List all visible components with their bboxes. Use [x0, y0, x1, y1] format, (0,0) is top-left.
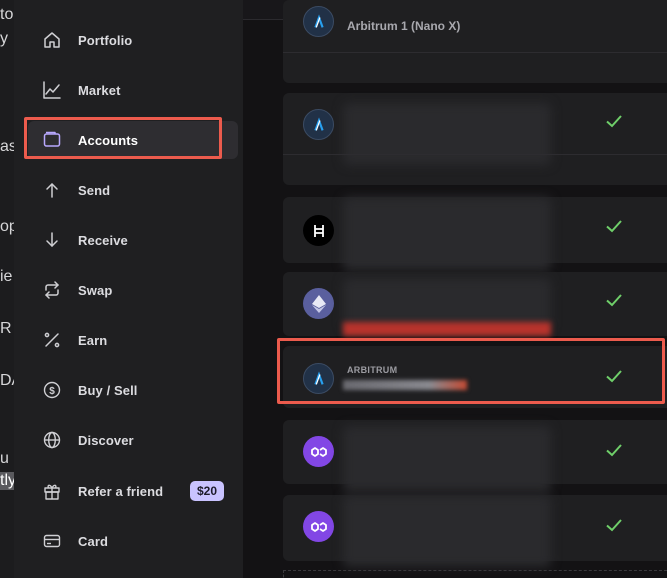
- arbitrum-icon: [303, 109, 334, 140]
- sidebar-item-portfolio[interactable]: Portfolio: [28, 21, 238, 59]
- text-fragment: u: [0, 450, 9, 467]
- redacted-account-info: [343, 197, 551, 271]
- sidebar-item-discover[interactable]: Discover: [28, 421, 238, 459]
- arbitrum-icon: [303, 363, 334, 394]
- account-card-arbitrum[interactable]: ARBITRUM: [283, 346, 667, 408]
- sidebar-item-label: Card: [78, 533, 109, 549]
- sidebar-item-label: Buy / Sell: [78, 382, 138, 398]
- sidebar-item-label: Portfolio: [78, 32, 133, 48]
- svg-text:$: $: [49, 386, 55, 397]
- sidebar-item-label: Market: [78, 82, 121, 98]
- sidebar-item-receive[interactable]: Receive: [28, 221, 238, 259]
- sidebar-item-label: Discover: [78, 432, 134, 448]
- account-card-footer: [283, 52, 667, 83]
- wallet-icon: [42, 130, 62, 150]
- redacted-account-info: [343, 322, 551, 336]
- account-card-footer: [283, 154, 667, 185]
- sidebar-item-market[interactable]: Market: [28, 71, 238, 109]
- sidebar-item-swap[interactable]: Swap: [28, 271, 238, 309]
- chart-line-icon: [42, 80, 62, 100]
- redacted-account-info: [343, 426, 551, 492]
- swap-icon: [42, 280, 62, 300]
- account-card[interactable]: [283, 420, 667, 492]
- account-card[interactable]: [283, 272, 667, 336]
- check-icon: [606, 115, 622, 128]
- home-icon: [42, 30, 62, 50]
- currency-label: ARBITRUM: [347, 365, 398, 375]
- ethereum-icon: [303, 288, 334, 319]
- sidebar-item-label: Swap: [78, 282, 113, 298]
- sidebar-item-card[interactable]: Card: [28, 522, 238, 560]
- text-fragment: R: [0, 320, 12, 337]
- text-fragment: tly: [0, 472, 14, 490]
- sidebar-item-earn[interactable]: Earn: [28, 321, 238, 359]
- sidebar-item-send[interactable]: Send: [28, 171, 238, 209]
- text-fragment: as: [0, 138, 14, 155]
- sidebar-item-label: Accounts: [78, 132, 139, 148]
- account-card[interactable]: [283, 93, 667, 185]
- sidebar-item-label: Receive: [78, 232, 128, 248]
- account-name: Arbitrum 1 (Nano X): [347, 19, 461, 33]
- check-icon: [606, 444, 622, 457]
- text-fragment: ie: [0, 268, 13, 285]
- polygon-icon: [303, 511, 334, 542]
- sidebar-item-label: Send: [78, 182, 111, 198]
- account-card[interactable]: Arbitrum 1 (Nano X): [283, 0, 667, 83]
- hedera-icon: [303, 215, 334, 246]
- add-account-placeholder[interactable]: [283, 570, 667, 578]
- arrow-down-icon: [42, 230, 62, 250]
- check-icon: [606, 519, 622, 532]
- background-window-strip: to y as op ie R DA u tly: [0, 0, 14, 578]
- dollar-circle-icon: $: [42, 380, 62, 400]
- sidebar-item-buy-sell[interactable]: $ Buy / Sell: [28, 371, 238, 409]
- polygon-icon: [303, 436, 334, 467]
- globe-icon: [42, 430, 62, 450]
- sidebar-item-label: Earn: [78, 332, 108, 348]
- account-card[interactable]: [283, 197, 667, 271]
- sidebar: Portfolio Market Accounts Send Receive S…: [14, 0, 243, 578]
- arrow-up-icon: [42, 180, 62, 200]
- redacted-account-info: [343, 380, 467, 390]
- redacted-account-info: [343, 495, 551, 567]
- referral-reward-badge: $20: [190, 481, 225, 501]
- sidebar-item-refer-a-friend[interactable]: Refer a friend $20: [28, 472, 238, 510]
- text-fragment: op: [0, 218, 14, 235]
- sidebar-item-accounts[interactable]: Accounts: [28, 121, 238, 159]
- card-icon: [42, 531, 62, 551]
- check-icon: [606, 370, 622, 383]
- text-fragment: to: [0, 6, 14, 23]
- sidebar-item-label: Refer a friend: [78, 483, 164, 499]
- account-card[interactable]: [283, 495, 667, 567]
- percent-icon: [42, 330, 62, 350]
- gift-icon: [42, 481, 62, 501]
- check-icon: [606, 294, 622, 307]
- text-fragment: DA: [0, 372, 14, 389]
- check-icon: [606, 220, 622, 233]
- arbitrum-icon: [303, 6, 334, 37]
- text-fragment: y: [0, 30, 8, 47]
